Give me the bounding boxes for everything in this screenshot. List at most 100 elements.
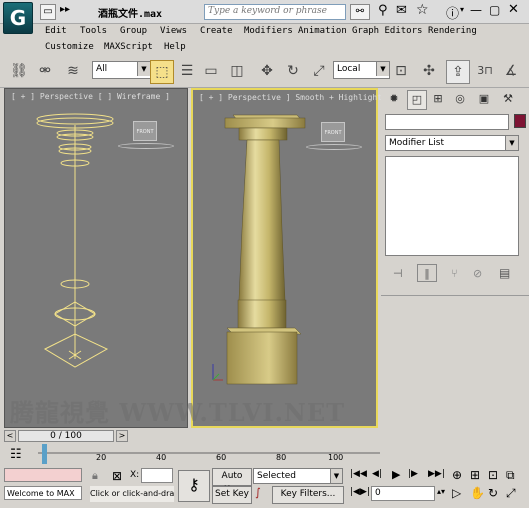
menu-tools[interactable]: Tools (80, 26, 107, 36)
utilities-tab-icon[interactable]: ⚒ (499, 90, 517, 108)
viewcube-compass-ring[interactable] (306, 144, 362, 150)
time-slider-thumb[interactable]: 0 / 100 (18, 430, 114, 442)
track-bar[interactable]: 20 40 60 80 100 (38, 444, 380, 466)
menu-group[interactable]: Group (120, 26, 147, 36)
go-to-end-icon[interactable]: ▶▶| (428, 469, 445, 479)
viewcube[interactable]: FRONT (133, 121, 157, 141)
search-input[interactable]: Type a keyword or phrase (204, 4, 346, 20)
quick-access-arrow-icon[interactable]: ▸▸ (60, 4, 70, 15)
go-to-start-icon[interactable]: |◀◀ (350, 469, 367, 479)
previous-frame-icon[interactable]: < (4, 430, 16, 442)
hierarchy-tab-icon[interactable]: ⊞ (429, 90, 447, 108)
select-and-rotate-icon[interactable]: ↻ (282, 60, 304, 82)
window-crossing-icon[interactable]: ◫ (226, 60, 248, 82)
menu-animation[interactable]: Animation (298, 26, 347, 36)
viewcube[interactable]: FRONT (321, 122, 345, 142)
select-and-move-icon[interactable]: ✥ (256, 60, 278, 82)
close-button[interactable]: ✕ (508, 2, 519, 17)
auto-key-button[interactable]: Auto Key (212, 468, 252, 495)
current-frame-marker[interactable] (42, 444, 47, 464)
select-manipulate-icon[interactable]: ✣ (418, 60, 440, 82)
track-tick-label: 60 (216, 453, 227, 462)
viewcube-compass-ring[interactable] (118, 143, 174, 149)
zoom-extents-icon[interactable]: ⊡ (488, 468, 498, 482)
motion-tab-icon[interactable]: ◎ (451, 90, 469, 108)
configure-modifier-sets-icon[interactable]: ▤ (499, 266, 510, 280)
menu-maxscript[interactable]: MAXScript (104, 42, 153, 52)
menu-rendering[interactable]: Rendering (428, 26, 477, 36)
time-slider[interactable]: < 0 / 100 > (4, 430, 378, 442)
lock-selection-icon[interactable]: 🔒︎ (92, 469, 98, 483)
keyboard-shortcut-override-icon[interactable]: ⇪ (446, 60, 470, 84)
application-button[interactable]: G (3, 2, 33, 34)
key-filters-button[interactable]: Key Filters... (272, 486, 344, 504)
pan-hand-icon[interactable]: ✋ (470, 486, 485, 500)
display-tab-icon[interactable]: ▣ (475, 90, 493, 108)
menu-modifiers[interactable]: Modifiers (244, 26, 293, 36)
maxscript-listener-mini[interactable] (4, 468, 82, 482)
select-by-name-icon[interactable]: ☰ (176, 60, 198, 82)
next-key-icon[interactable]: |▶ (408, 469, 418, 479)
create-tab-icon[interactable]: ✹ (385, 90, 403, 108)
previous-key-icon[interactable]: ◀| (372, 469, 382, 479)
menu-create[interactable]: Create (200, 26, 233, 36)
viewport-perspective-smooth[interactable]: [ + ] Perspective ] Smooth + Highlight ] (191, 88, 392, 428)
menu-help[interactable]: Help (164, 42, 186, 52)
minimize-button[interactable]: — (470, 3, 482, 17)
select-and-scale-icon[interactable]: ⤢ (308, 60, 330, 82)
key-mode-toggle-icon[interactable]: |◀▶| (350, 487, 370, 497)
reference-coordinate-dropdown[interactable]: Local ▼ (333, 61, 390, 79)
orbit-icon[interactable]: ↻ (488, 486, 498, 500)
modifier-list-dropdown[interactable]: Modifier List ▼ (385, 135, 519, 151)
unlink-icon[interactable]: ⚮ (34, 60, 56, 82)
menu-edit[interactable]: Edit (45, 26, 67, 36)
zoom-extents-all-icon[interactable]: ⧉ (506, 468, 515, 483)
time-configuration-icon[interactable]: ▴▾ (437, 487, 445, 496)
pin-stack-icon[interactable]: ⊣ (393, 267, 403, 280)
select-object-icon[interactable]: ⬚ (150, 60, 174, 84)
menu-graph-editors[interactable]: Graph Editors (352, 26, 422, 36)
zoom-all-icon[interactable]: ⊞ (470, 468, 480, 482)
absolute-mode-icon[interactable]: ⊠ (112, 469, 122, 483)
open-file-icon[interactable]: ▭ (40, 4, 56, 20)
set-key-mode-key-icon[interactable]: ⚷ (178, 470, 210, 502)
favorites-star-icon[interactable]: ☆ (416, 2, 429, 18)
key-mode-dropdown[interactable]: Selected ▼ (253, 468, 343, 484)
menu-customize[interactable]: Customize (45, 42, 94, 52)
current-frame-field[interactable]: 0 (371, 486, 435, 501)
viewport-perspective-wireframe[interactable]: [ + ] Perspective [ ] Wireframe ] FRONT (4, 88, 188, 428)
help-dropdown-icon[interactable]: ▾ (460, 5, 464, 14)
set-key-button[interactable]: Set Key (212, 486, 252, 504)
angle-snap-icon[interactable]: ∡ (500, 60, 522, 82)
x-coordinate-field[interactable] (141, 468, 173, 483)
show-end-result-icon[interactable]: ‖ (417, 264, 437, 282)
menu-views[interactable]: Views (160, 26, 187, 36)
modifier-stack[interactable] (385, 156, 519, 256)
mini-curve-editor-icon[interactable]: ☷ (10, 447, 22, 462)
snap-toggle-icon[interactable]: 3⊓ (474, 60, 496, 82)
bind-space-warp-icon[interactable]: ≋ (62, 60, 84, 82)
next-frame-icon[interactable]: > (116, 430, 128, 442)
modify-tab-icon[interactable]: ◰ (407, 90, 427, 110)
zoom-icon[interactable]: ⊕ (452, 468, 462, 482)
object-color-swatch[interactable] (514, 114, 526, 128)
pivot-center-icon[interactable]: ⊡ (390, 60, 412, 82)
play-icon[interactable]: ▶ (392, 468, 400, 481)
select-and-link-icon[interactable]: ⛓ (8, 60, 30, 82)
subscription-icon[interactable]: ⚲ (378, 3, 388, 18)
communication-icon[interactable]: ✉ (396, 3, 407, 18)
object-name-field[interactable] (385, 114, 509, 130)
maximize-viewport-icon[interactable]: ⤢ (506, 486, 516, 501)
make-unique-icon[interactable]: ⑂ (451, 267, 458, 280)
help-icon[interactable]: ⓘ (446, 3, 459, 22)
remove-modifier-icon[interactable]: ⊘ (473, 267, 482, 280)
maximize-button[interactable]: ▢ (489, 3, 500, 17)
watermark: 腾龍視覺 WWW.TLVI.NET (10, 398, 346, 427)
field-of-view-icon[interactable]: ▷ (452, 486, 461, 500)
default-in-out-tangent-icon[interactable]: ∫ (255, 486, 261, 499)
rectangular-selection-icon[interactable]: ▭ (200, 60, 222, 82)
binoculars-icon[interactable]: ⚯ (350, 4, 370, 20)
chevron-down-icon: ▼ (505, 136, 518, 150)
selection-filter-dropdown[interactable]: All ▼ (92, 61, 151, 79)
welcome-line[interactable]: Welcome to MAX (4, 486, 82, 500)
